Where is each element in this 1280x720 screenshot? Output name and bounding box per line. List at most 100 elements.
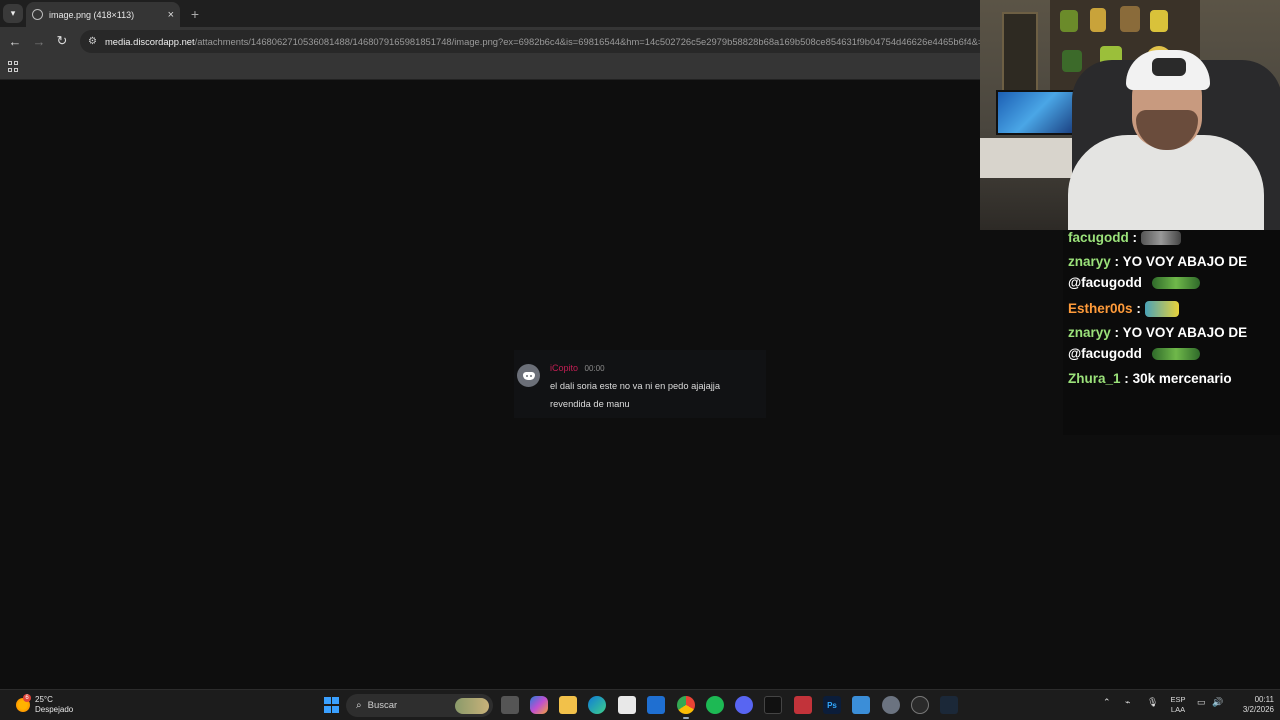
chat-separator: : — [1132, 230, 1138, 245]
plus-icon: + — [190, 5, 200, 22]
sun-icon: 6 — [16, 694, 31, 712]
search-placeholder: Buscar — [367, 700, 398, 711]
spotify-icon[interactable] — [706, 696, 724, 714]
chat-message: znaryy : YO VOY ABAJO DE — [1068, 322, 1247, 343]
store-icon[interactable] — [618, 696, 636, 714]
chat-message-continuation: @facugodd — [1068, 272, 1200, 293]
chat-username: Esther00s — [1068, 301, 1133, 316]
chat-username: znaryy — [1068, 325, 1111, 340]
tab-search-button[interactable]: ▾ — [3, 4, 23, 23]
chat-separator: : — [1114, 254, 1120, 269]
notepad-icon[interactable] — [852, 696, 870, 714]
weather-desc: Despejado — [35, 705, 74, 714]
site-info-icon[interactable]: ⚙ — [88, 36, 97, 47]
settings-icon[interactable] — [882, 696, 900, 714]
taskbar: 6 25°C Despejado ⌕ Buscar Ps ⌃ ⌁ 🎙 ESP L… — [0, 689, 1280, 720]
emote-lizard-icon — [1151, 348, 1200, 361]
chat-message: Zhura_1 : 30k mercenario — [1068, 368, 1232, 389]
screen: ▾ image.png (418×113) × + ← → ↻ ⚙ media.… — [0, 0, 1280, 720]
emote-rifle-icon — [1140, 231, 1181, 246]
discord-icon — [522, 371, 535, 380]
network-icon[interactable]: ⌁ — [1125, 697, 1130, 708]
mail-icon[interactable] — [647, 696, 665, 714]
webcam-overlay — [980, 0, 1280, 230]
message-text: el dali soria este no va ni en pedo ajaj… — [550, 381, 721, 409]
edge-icon[interactable] — [588, 696, 606, 714]
message-header: iCopito 00:00 — [550, 363, 605, 373]
chevron-down-icon: ▾ — [10, 8, 16, 18]
poster-image — [1002, 12, 1038, 92]
back-button[interactable]: ← — [6, 32, 24, 50]
chat-username: Zhura_1 — [1068, 371, 1121, 386]
volume-icon[interactable]: 🔊 — [1212, 697, 1223, 708]
chat-message: znaryy : YO VOY ABAJO DE — [1068, 251, 1247, 272]
tab-title: image.png (418×113) — [49, 9, 135, 20]
url-text: media.discordapp.net/attachments/1468062… — [105, 36, 980, 47]
forward-button[interactable]: → — [30, 32, 48, 50]
chat-separator: : — [1136, 301, 1141, 316]
emote-faces-icon — [1144, 301, 1179, 318]
photoshop-icon[interactable]: Ps — [823, 696, 841, 714]
address-bar[interactable]: ⚙ media.discordapp.net/attachments/14680… — [80, 30, 980, 53]
chat-message: Esther00s : — [1068, 298, 1179, 319]
bookmarks-bar — [0, 56, 980, 80]
message-timestamp: 00:00 — [584, 364, 605, 373]
close-icon[interactable]: × — [168, 9, 174, 21]
active-indicator — [683, 717, 689, 719]
display-icon[interactable]: ▭ — [1197, 697, 1206, 708]
browser-toolbar: ← → ↻ ⚙ media.discordapp.net/attachments… — [0, 27, 980, 56]
reload-button[interactable]: ↻ — [53, 32, 71, 50]
chevron-up-icon[interactable]: ⌃ — [1103, 697, 1111, 708]
globe-icon — [32, 9, 43, 20]
file-explorer-icon[interactable] — [559, 696, 577, 714]
weather-temp: 25°C — [35, 695, 53, 704]
search-icon: ⌕ — [356, 700, 362, 711]
discord-icon[interactable] — [735, 696, 753, 714]
emote-lizard-icon — [1151, 277, 1200, 290]
video-app-icon[interactable] — [794, 696, 812, 714]
arrow-right-icon: → — [32, 33, 46, 49]
reload-icon: ↻ — [56, 33, 68, 48]
chat-message: facugodd : — [1068, 227, 1181, 248]
language-line2: LAA — [1170, 705, 1186, 714]
chat-username: znaryy — [1068, 254, 1111, 269]
notification-badge: 6 — [23, 694, 31, 702]
search-highlight-image — [455, 697, 489, 714]
discord-message-image: iCopito 00:00 el dali soria este no va n… — [514, 350, 766, 418]
chat-text: @facugodd — [1068, 275, 1142, 290]
url-path: /attachments/1468062710536081488/1468079… — [194, 36, 980, 47]
copilot-icon[interactable] — [530, 696, 548, 714]
clock-date: 3/2/2026 — [1242, 705, 1274, 714]
search-box[interactable]: ⌕ Buscar — [346, 694, 493, 717]
task-view-icon[interactable] — [501, 696, 519, 714]
steam-icon[interactable] — [940, 696, 958, 714]
stream-chat: facugodd : znaryy : YO VOY ABAJO DE @fac… — [1063, 230, 1280, 435]
capcut-icon[interactable] — [764, 696, 782, 714]
chrome-icon[interactable] — [677, 696, 695, 714]
message-author: iCopito — [550, 363, 579, 373]
chat-text: @facugodd — [1068, 346, 1142, 361]
arrow-left-icon: ← — [8, 33, 22, 49]
browser-tab[interactable]: image.png (418×113) × — [26, 2, 180, 27]
monitor-image — [996, 90, 1076, 135]
apps-grid-icon[interactable] — [8, 61, 19, 72]
microphone-icon[interactable]: 🎙 — [1147, 697, 1158, 708]
clock-time: 00:11 — [1254, 695, 1274, 704]
browser-tab-bar: ▾ image.png (418×113) × + — [0, 0, 980, 27]
avatar — [517, 364, 540, 387]
url-host: media.discordapp.net — [104, 36, 195, 47]
chat-message-continuation: @facugodd — [1068, 343, 1200, 364]
weather-widget[interactable]: 6 25°C Despejado — [16, 693, 73, 717]
new-tab-button[interactable]: + — [186, 5, 204, 22]
chat-text: YO VOY ABAJO DE — [1122, 325, 1248, 340]
start-icon[interactable] — [322, 696, 340, 714]
language-line1: ESP — [1170, 695, 1186, 704]
clock[interactable]: 00:11 3/2/2026 — [1226, 695, 1274, 715]
chat-username: facugodd — [1068, 230, 1129, 245]
github-icon[interactable] — [911, 696, 929, 714]
language-indicator[interactable]: ESP LAA — [1170, 695, 1186, 715]
chat-separator: : — [1114, 325, 1120, 340]
chat-text: YO VOY ABAJO DE — [1122, 254, 1248, 269]
chat-text: 30k mercenario — [1132, 371, 1232, 386]
cap-logo — [1152, 58, 1186, 76]
